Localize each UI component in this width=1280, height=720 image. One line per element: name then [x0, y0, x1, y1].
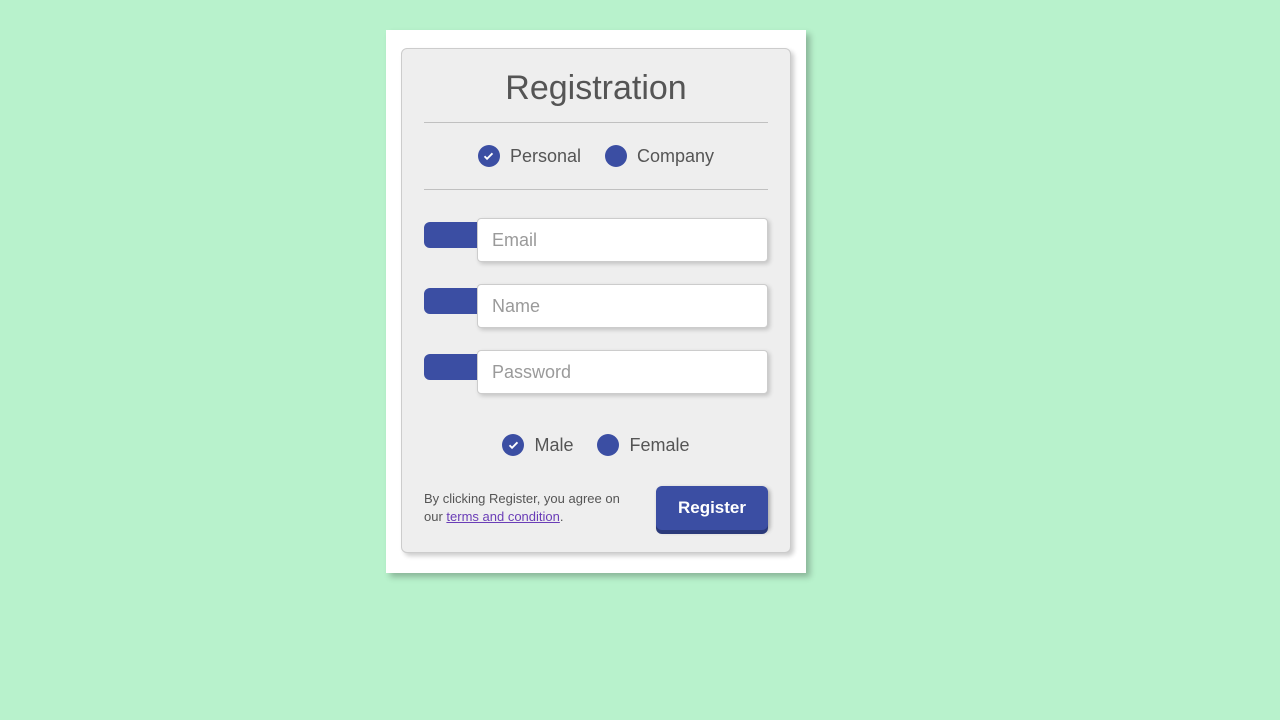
check-circle-icon — [478, 145, 500, 167]
form-title: Registration — [424, 49, 768, 122]
terms-text: By clicking Register, you agree on our t… — [424, 490, 638, 525]
password-input[interactable] — [477, 350, 768, 394]
email-input[interactable] — [477, 218, 768, 262]
gender-female[interactable]: Female — [597, 434, 689, 456]
terms-link[interactable]: terms and condition — [446, 509, 559, 524]
account-type-group: Personal Company — [424, 123, 768, 189]
account-type-company[interactable]: Company — [605, 145, 714, 167]
register-button[interactable]: Register — [656, 486, 768, 530]
fields-group — [424, 190, 768, 426]
circle-icon — [605, 145, 627, 167]
gender-group: Male Female — [424, 426, 768, 486]
circle-icon — [597, 434, 619, 456]
password-row — [424, 350, 768, 394]
form-footer: By clicking Register, you agree on our t… — [424, 486, 768, 530]
email-label — [424, 222, 481, 248]
gender-label: Male — [534, 435, 573, 456]
name-row — [424, 284, 768, 328]
account-type-label: Personal — [510, 146, 581, 167]
password-label — [424, 354, 481, 380]
account-type-personal[interactable]: Personal — [478, 145, 581, 167]
registration-card: Registration Personal Company — [401, 48, 791, 553]
email-row — [424, 218, 768, 262]
check-circle-icon — [502, 434, 524, 456]
terms-suffix: . — [560, 509, 564, 524]
name-label — [424, 288, 481, 314]
page-panel: Registration Personal Company — [386, 30, 806, 573]
gender-male[interactable]: Male — [502, 434, 573, 456]
name-input[interactable] — [477, 284, 768, 328]
gender-label: Female — [629, 435, 689, 456]
account-type-label: Company — [637, 146, 714, 167]
